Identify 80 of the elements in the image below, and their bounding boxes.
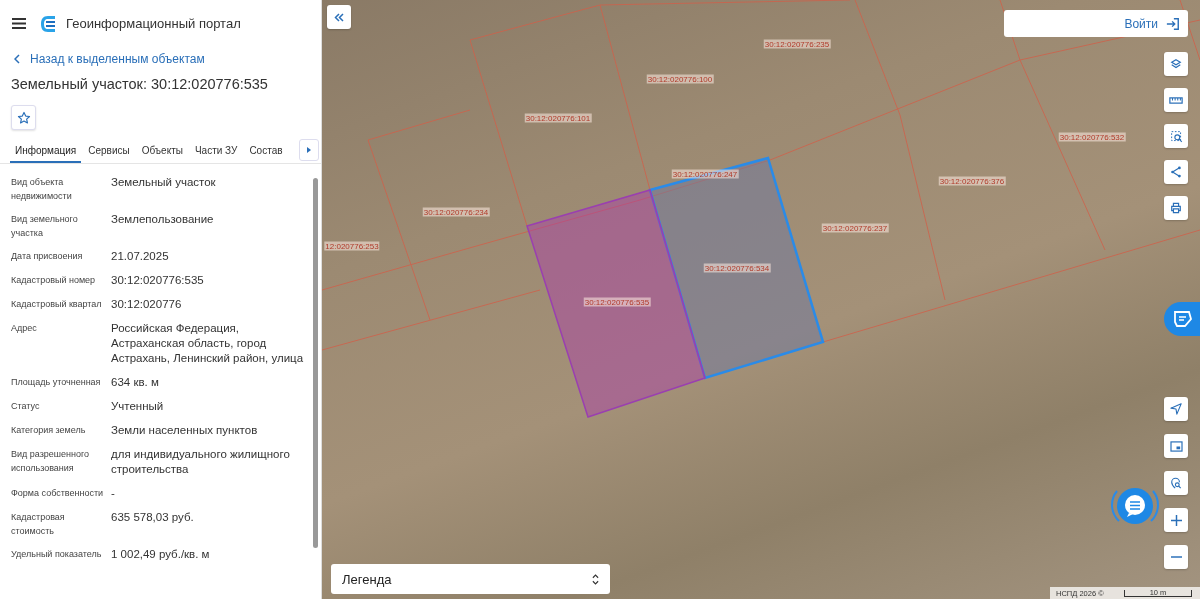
- property-label: Адрес: [11, 322, 38, 335]
- tab[interactable]: Объекты: [136, 139, 188, 163]
- property-value: Учтенный: [111, 399, 165, 414]
- property-value: 634 кв. м: [111, 375, 160, 390]
- parcel-label: 30:12:020776:100: [646, 74, 714, 84]
- property-label: Вид земельного участка: [11, 213, 79, 240]
- legend-dropdown[interactable]: Легенда: [331, 564, 610, 594]
- property-value: Земельный участок: [111, 175, 217, 190]
- property-label: Вид разрешенного использования: [11, 448, 91, 475]
- message-icon: [1173, 310, 1193, 328]
- property-value: Землепользование: [111, 212, 215, 227]
- parcel-label: 30:12:020776:234: [422, 207, 490, 217]
- zoom-in-button[interactable]: [1164, 508, 1188, 532]
- property-value: 635 578,03 руб.: [111, 510, 195, 525]
- area-search-button[interactable]: [1164, 124, 1188, 148]
- share-icon: [1170, 166, 1182, 178]
- plus-icon: [1170, 514, 1182, 526]
- minimap-button[interactable]: [1164, 434, 1188, 458]
- property-value: 21.07.2025: [111, 249, 170, 264]
- parcel-label: 30:12:020776:532: [1058, 132, 1126, 142]
- property-value: Российская Федерация, Астраханская область, город Астрахань, Ленинский район, улица: [111, 321, 305, 366]
- sort-arrows-icon: [592, 573, 599, 585]
- layers-button[interactable]: [1164, 52, 1188, 76]
- property-value: 30:12:020776:535: [111, 273, 205, 288]
- tab[interactable]: Информация: [10, 139, 82, 163]
- tab[interactable]: Сервисы: [83, 139, 135, 163]
- parcel-label: 30:12:020776:237: [821, 223, 889, 233]
- property-label: Дата присвоения: [11, 250, 84, 263]
- property-label: Площадь уточненная: [11, 376, 102, 389]
- tab[interactable]: Части ЗУ: [189, 139, 243, 163]
- picture-in-picture-icon: [1169, 440, 1183, 452]
- property-value: -: [111, 486, 116, 501]
- property-label: Вид объекта недвижимости: [11, 176, 73, 203]
- tabs-scroll-button[interactable]: [299, 139, 319, 161]
- property-value: 30:12:020776: [111, 297, 183, 312]
- measure-button[interactable]: [1164, 88, 1188, 112]
- parcel-label: 30:12:020776:101: [524, 113, 592, 123]
- parcel-label: 30:12:020776:235: [763, 39, 831, 49]
- tab[interactable]: Состав: [244, 139, 288, 163]
- collapse-panel-button[interactable]: [327, 5, 351, 29]
- side-tab-button[interactable]: [1164, 302, 1200, 336]
- zoom-out-button[interactable]: [1164, 545, 1188, 569]
- object-title: Земельный участок: 30:12:020776:535: [11, 76, 269, 92]
- favorite-button[interactable]: [11, 105, 36, 130]
- chevron-left-icon: [14, 54, 20, 64]
- property-label: Кадастровая стоимость: [11, 511, 66, 538]
- selection-search-icon: [1169, 129, 1183, 143]
- print-button[interactable]: [1164, 196, 1188, 220]
- minus-icon: [1170, 556, 1182, 558]
- logo-icon: [40, 14, 56, 33]
- portal-title: Геоинформационный портал: [66, 16, 241, 31]
- geo-search-button[interactable]: [1164, 471, 1188, 495]
- parcel-label: 30:12:020776:376: [938, 176, 1006, 186]
- property-label: Категория земель: [11, 424, 87, 437]
- property-value: 1 002,49 руб./кв. м: [111, 547, 211, 562]
- property-label: Кадастровый номер: [11, 274, 97, 287]
- parcel-label: 30:12:020776:247: [671, 169, 739, 179]
- print-icon: [1170, 202, 1182, 214]
- star-icon: [16, 110, 31, 125]
- property-label: Кадастровый квартал: [11, 298, 103, 311]
- property-value: для индивидуального жилищного строительства: [111, 447, 291, 477]
- share-button[interactable]: [1164, 160, 1188, 184]
- parcel-label: 30:12:020776:534: [703, 263, 771, 273]
- navigation-arrow-icon: [1170, 403, 1182, 415]
- login-button[interactable]: Войти: [1004, 10, 1188, 37]
- caret-right-icon: [307, 147, 311, 153]
- double-chevron-left-icon: [334, 12, 344, 22]
- login-icon: [1166, 16, 1180, 31]
- location-search-icon: [1170, 477, 1182, 489]
- locate-button[interactable]: [1164, 397, 1188, 421]
- menu-icon[interactable]: [12, 18, 26, 29]
- property-label: Форма собственности: [11, 487, 105, 500]
- property-value: Земли населенных пунктов: [111, 423, 259, 438]
- ruler-icon: [1169, 95, 1183, 105]
- back-link[interactable]: Назад к выделенным объектам: [14, 52, 205, 66]
- parcel-label: 12:020776:253: [324, 241, 380, 251]
- property-label: Статус: [11, 400, 41, 413]
- layers-icon: [1170, 58, 1182, 70]
- property-label: Удельный показатель: [11, 548, 103, 561]
- parcel-label: 30:12:020776:535: [583, 297, 651, 307]
